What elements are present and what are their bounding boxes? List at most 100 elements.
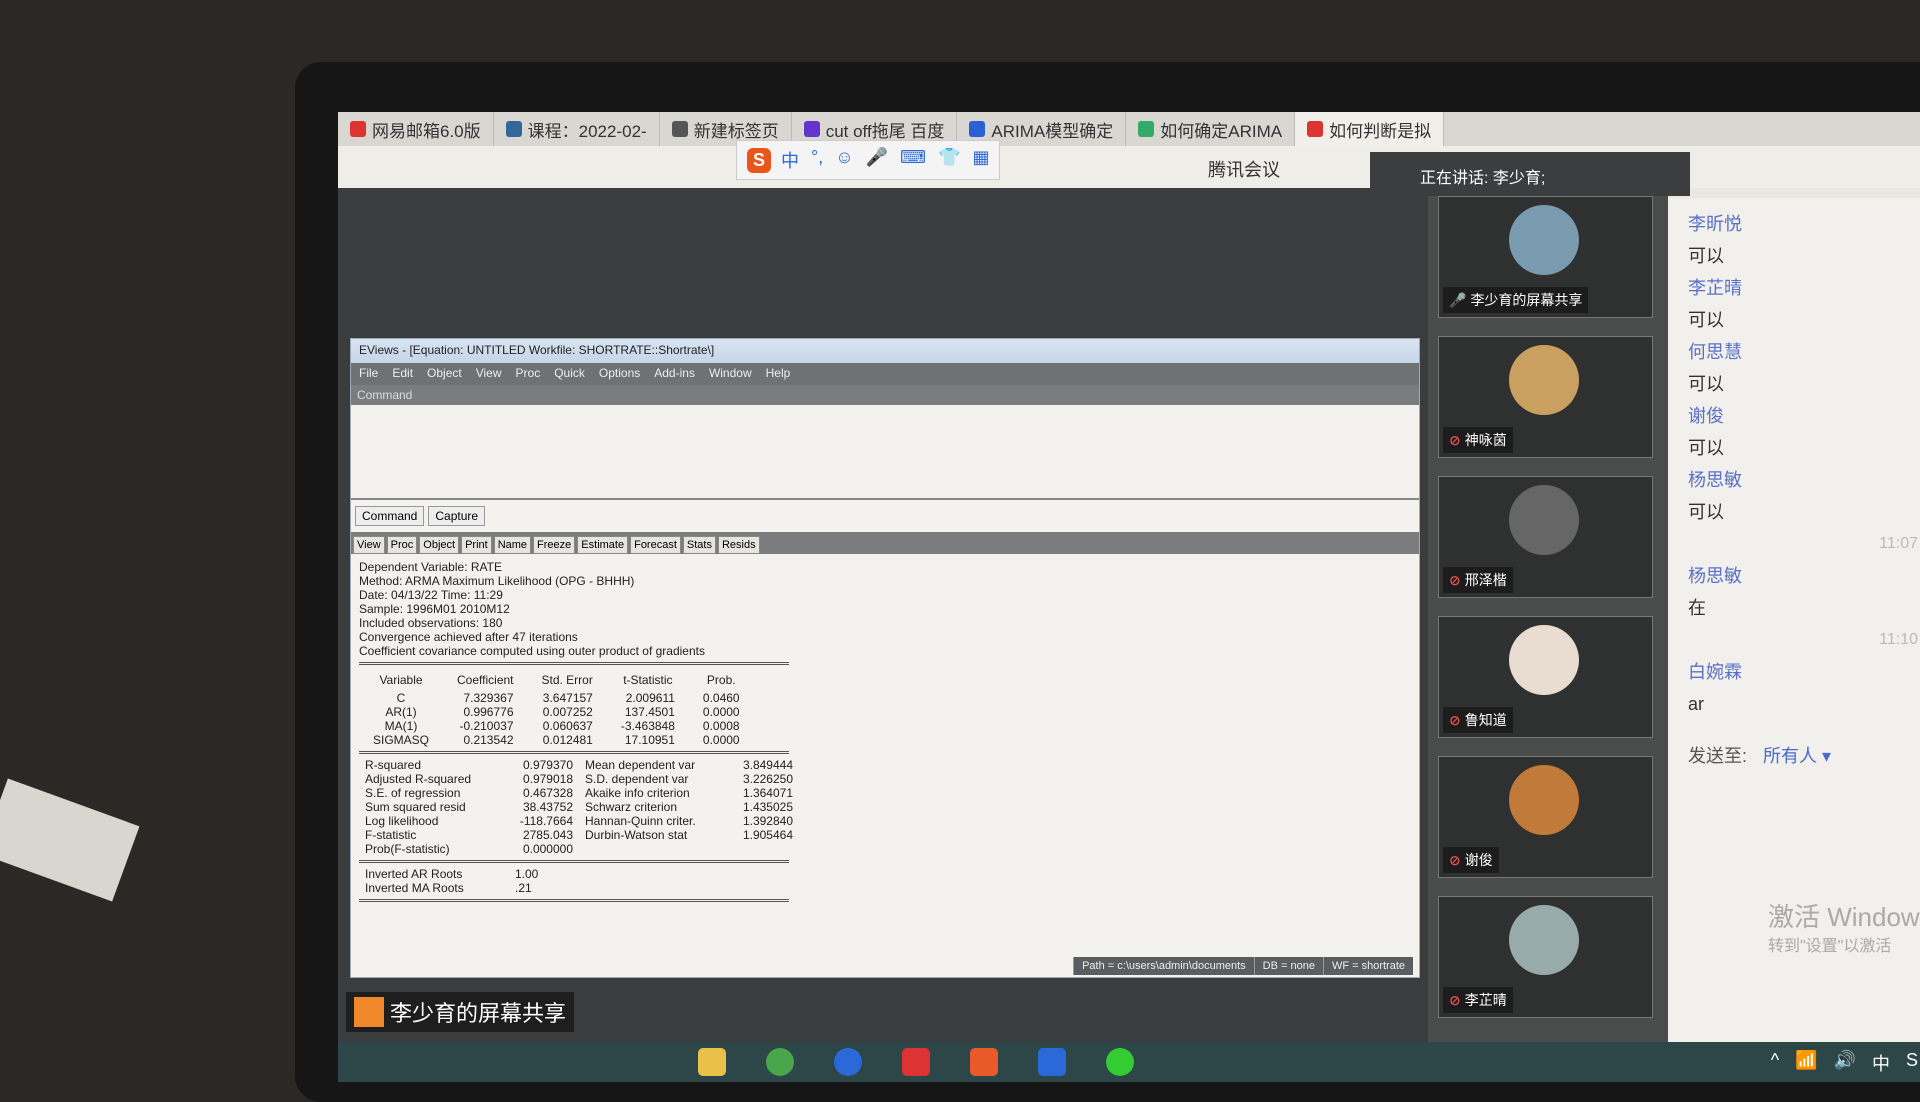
command-header: Command <box>351 385 1419 405</box>
menu-quick[interactable]: Quick <box>554 366 585 382</box>
wechat-icon[interactable] <box>1106 1048 1134 1076</box>
menu-add-ins[interactable]: Add-ins <box>654 366 695 382</box>
screen-share-label-text: 李少育的屏幕共享 <box>390 1001 567 1026</box>
participant-tile[interactable]: ⊘ 神咏茵 <box>1438 336 1653 458</box>
browser-icon[interactable] <box>766 1048 794 1076</box>
file-explorer-icon[interactable] <box>698 1048 726 1076</box>
forecast-button[interactable]: Forecast <box>630 536 681 554</box>
participant-tile[interactable]: ⊘ 鲁知道 <box>1438 616 1653 738</box>
tencent-meeting-icon[interactable] <box>1038 1048 1066 1076</box>
participant-name: ⊘ 神咏茵 <box>1443 427 1513 453</box>
ime-button[interactable]: 👕 <box>938 147 960 173</box>
mic-muted-icon: ⊘ <box>1449 852 1461 868</box>
proc-button[interactable]: Proc <box>386 536 418 554</box>
table-cell: 2.009611 <box>625 691 675 705</box>
chat-sender: 杨思敏 <box>1688 566 1742 586</box>
user-icon <box>354 997 384 1027</box>
estimate-button[interactable]: Estimate <box>577 536 629 554</box>
tray-icon[interactable]: ^ <box>1771 1050 1779 1076</box>
avatar <box>1509 345 1579 415</box>
ime-toolbar[interactable]: S 中 °, ☺ 🎤 ⌨ 👕 ▦ <box>736 140 1001 180</box>
status-bar: Path = c:\users\admin\documents DB = none… <box>1073 957 1413 975</box>
browser-tab[interactable]: 如何确定ARIMA <box>1126 112 1296 146</box>
browser-tab[interactable]: 网易邮箱6.0版 <box>338 112 494 146</box>
browser-tab-bar: 网易邮箱6.0版 课程：2022-02- 新建标签页 cut off拖尾 百度 ARIM… <box>338 112 1920 146</box>
browser-tab[interactable]: 如何判断是拟 <box>1295 112 1445 146</box>
chat-message: 可以 <box>1688 438 1724 458</box>
ie-icon[interactable] <box>834 1048 862 1076</box>
print-button[interactable]: Print <box>461 536 492 554</box>
output-header-line: Dependent Variable: RATE <box>359 560 502 574</box>
roots-cell: Inverted MA Roots <box>365 881 464 895</box>
freeze-button[interactable]: Freeze <box>533 536 576 554</box>
menu-edit[interactable]: Edit <box>392 366 413 382</box>
table-row: AR(1) 0.996776 0.007252 137.4501 0.0000 <box>359 705 754 719</box>
youdao-icon[interactable] <box>902 1048 930 1076</box>
menu-object[interactable]: Object <box>427 366 462 382</box>
stats-button[interactable]: Stats <box>682 536 716 554</box>
tab-favicon-icon <box>1307 121 1324 137</box>
ime-button[interactable]: 🎤 <box>866 147 888 173</box>
tray-icon[interactable]: 📶 <box>1795 1050 1817 1076</box>
microphone-icon: 🎤 <box>1449 292 1467 308</box>
tab-favicon-icon <box>1138 121 1155 137</box>
screen-share-label: 李少育的屏幕共享 <box>346 992 575 1032</box>
tab-capture[interactable]: Capture <box>428 506 486 526</box>
menu-proc[interactable]: Proc <box>516 366 541 382</box>
menu-file[interactable]: File <box>359 366 378 382</box>
menu-help[interactable]: Help <box>766 366 791 382</box>
view-button[interactable]: View <box>353 536 385 554</box>
system-tray: ^ 📶 🔊 中 S <box>1771 1050 1918 1076</box>
table-header: Variable Coefficient Std. Error t-Statistic… <box>359 669 754 691</box>
ime-button[interactable]: ▦ <box>972 147 989 173</box>
wps-icon[interactable] <box>970 1048 998 1076</box>
tray-icon[interactable]: S <box>1906 1050 1918 1076</box>
tab-label: 如何确定ARIMA <box>1160 121 1283 141</box>
table-cell: 0.0008 <box>702 719 740 733</box>
output-header-line: Included observations: 180 <box>359 616 503 630</box>
participant-name-text: 鲁知道 <box>1464 712 1507 728</box>
output-header-line: Coefficient covariance computed using ou… <box>359 644 705 658</box>
participant-tile[interactable]: 🎤 李少育的屏幕共享 <box>1438 196 1653 318</box>
shared-screen: EViews - [Equation: UNTITLED Workfile: S… <box>338 188 1428 1042</box>
participant-tile[interactable]: ⊘ 李芷晴 <box>1438 896 1653 1018</box>
tab-command[interactable]: Command <box>355 506 425 526</box>
participant-tile[interactable]: ⊘ 邢泽楷 <box>1438 476 1653 598</box>
ime-button[interactable]: °, <box>811 147 823 173</box>
status-field: WF = shortrate <box>1322 957 1413 975</box>
chat-message: 可以 <box>1688 246 1724 266</box>
table-cell: C <box>396 691 406 705</box>
coefficient-table: Variable Coefficient Std. Error t-Statistic… <box>359 669 754 747</box>
tray-icon[interactable]: 中 <box>1872 1050 1890 1076</box>
status-field: DB = none <box>1253 957 1323 975</box>
stats-cell: Sum squared resid <box>365 800 466 814</box>
participant-tile[interactable]: ⊘ 谢俊 <box>1438 756 1653 878</box>
command-input[interactable] <box>351 405 1419 500</box>
tab-label: 网易邮箱6.0版 <box>372 121 481 141</box>
table-cell: 0.213542 <box>463 733 514 747</box>
avatar <box>1509 205 1579 275</box>
send-to-dropdown[interactable]: 所有人 ▾ <box>1763 746 1831 766</box>
column-header: Coefficient <box>457 673 514 687</box>
stats-cell: Schwarz criterion <box>585 800 678 814</box>
menu-options[interactable]: Options <box>599 366 640 382</box>
tray-icon[interactable]: 🔊 <box>1834 1050 1856 1076</box>
menu-view[interactable]: View <box>476 366 502 382</box>
resids-button[interactable]: Resids <box>717 536 760 554</box>
ime-button[interactable]: ⌨ <box>900 147 926 173</box>
table-cell: -3.463848 <box>620 719 675 733</box>
ime-button[interactable]: 中 <box>781 147 799 173</box>
ime-button[interactable]: ☺ <box>835 147 853 173</box>
output-header-line: Method: ARMA Maximum Likelihood (OPG - B… <box>359 574 635 588</box>
stats-cell: 1.435025 <box>742 800 793 814</box>
stats-cell: 0.979370 <box>522 758 573 772</box>
stats-cell: Adjusted R-squared <box>365 772 472 786</box>
chat-timestamp: 11:07 <box>1879 535 1918 552</box>
name-button[interactable]: Name <box>493 536 532 554</box>
table-row: SIGMASQ 0.213542 0.012481 17.10951 0.0000 <box>359 733 754 747</box>
browser-tab[interactable]: 课程：2022-02- <box>494 112 660 146</box>
mic-muted-icon: ⊘ <box>1449 992 1461 1008</box>
menu-window[interactable]: Window <box>709 366 752 382</box>
object-button[interactable]: Object <box>419 536 460 554</box>
stats-row: F-statistic 2785.043 Durbin-Watson stat 1.9… <box>359 828 799 842</box>
